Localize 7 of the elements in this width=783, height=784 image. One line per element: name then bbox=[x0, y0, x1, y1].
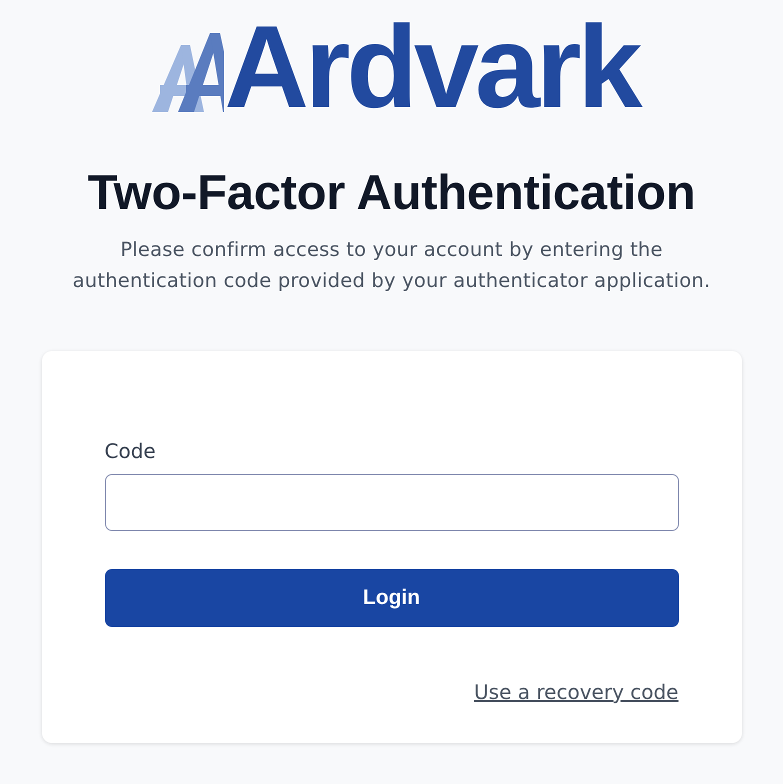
field-label: Code bbox=[104, 439, 156, 463]
recovery-code-link[interactable]: Use a recovery code bbox=[474, 679, 678, 705]
code-input-field[interactable] bbox=[104, 474, 678, 531]
description-text: Please confirm access to your account by entering the authentication code provided by your authenticator application. bbox=[72, 237, 712, 294]
login-button[interactable]: Login bbox=[104, 569, 678, 627]
logo-wordmark: Ardvark bbox=[224, 8, 639, 125]
page-title: Two-Factor Authentication bbox=[88, 165, 696, 222]
